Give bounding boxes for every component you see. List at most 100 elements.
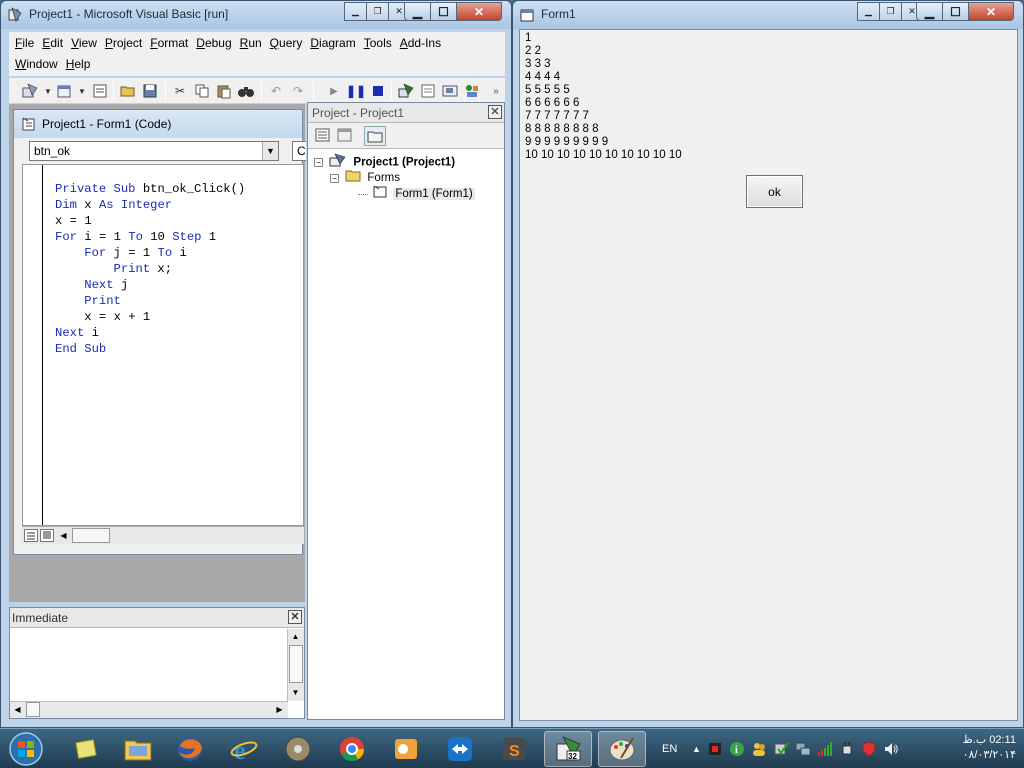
view-code-icon[interactable] xyxy=(314,127,334,145)
taskbar-paint-button[interactable] xyxy=(598,731,646,767)
code-horizontal-scrollbar[interactable]: ◀ xyxy=(22,526,304,544)
scroll-thumb[interactable] xyxy=(289,645,303,683)
end-icon[interactable] xyxy=(369,82,387,100)
find-icon[interactable] xyxy=(237,82,255,100)
undo-icon[interactable]: ↶ xyxy=(267,82,285,100)
menu-item-debug[interactable]: Debug xyxy=(196,33,239,53)
break-icon[interactable]: ❚❚ xyxy=(346,82,366,100)
view-object-icon[interactable] xyxy=(336,127,356,145)
taskbar-firefox-button[interactable] xyxy=(166,731,214,767)
language-indicator[interactable]: EN xyxy=(662,729,677,768)
start-icon[interactable]: ▶ xyxy=(325,82,343,100)
code-line[interactable]: Dim x As Integer xyxy=(55,197,245,213)
tray-app-red-icon[interactable] xyxy=(707,741,723,757)
copy-icon[interactable] xyxy=(193,82,211,100)
menu-item-edit[interactable]: Edit xyxy=(42,33,71,53)
menu-item-project[interactable]: Project xyxy=(105,33,150,53)
menu-item-format[interactable]: Format xyxy=(150,33,196,53)
scroll-left-icon[interactable]: ◀ xyxy=(56,528,71,543)
network-devices-icon[interactable] xyxy=(795,741,811,757)
tree-node-project[interactable]: − Project1 (Project1) xyxy=(314,153,475,169)
taskbar-vb6-button[interactable]: 32 xyxy=(544,731,592,767)
project-explorer-icon[interactable] xyxy=(397,82,415,100)
close-icon[interactable]: ✕ xyxy=(288,610,302,624)
taskbar-explorer-button[interactable] xyxy=(114,731,162,767)
taskbar-chrome-button[interactable] xyxy=(328,731,376,767)
menu-item-tools[interactable]: Tools xyxy=(364,33,400,53)
info-icon[interactable]: i xyxy=(729,741,745,757)
code-line[interactable]: Next j xyxy=(55,277,245,293)
taskbar-sublime-button[interactable]: S xyxy=(490,731,538,767)
menu-item-view[interactable]: View xyxy=(71,33,105,53)
scroll-thumb[interactable] xyxy=(72,528,110,543)
code-text[interactable]: Private Sub btn_ok_Click() Dim x As Integ… xyxy=(55,181,245,357)
toolbar-overflow-icon[interactable]: » xyxy=(487,82,505,100)
code-line[interactable]: For j = 1 To i xyxy=(55,245,245,261)
procedure-combo[interactable]: C xyxy=(292,141,306,161)
collapse-icon[interactable]: − xyxy=(330,173,339,183)
cut-icon[interactable]: ✂ xyxy=(171,82,189,100)
menu-editor-icon[interactable] xyxy=(91,82,109,100)
taskbar-notes-button[interactable] xyxy=(62,731,110,767)
code-line[interactable]: End Sub xyxy=(55,341,245,357)
power-plug-icon[interactable] xyxy=(839,741,855,757)
menu-item-help[interactable]: Help xyxy=(66,54,99,74)
immediate-titlebar[interactable]: Immediate ✕ xyxy=(10,608,304,628)
scroll-down-icon[interactable]: ▼ xyxy=(288,685,303,700)
code-line[interactable]: For i = 1 To 10 Step 1 xyxy=(55,229,245,245)
open-project-icon[interactable] xyxy=(119,82,137,100)
maximize-button[interactable]: ☐ xyxy=(943,2,969,21)
scroll-right-icon[interactable]: ▶ xyxy=(272,702,287,717)
object-browser-icon[interactable] xyxy=(463,82,481,100)
menu-item-query[interactable]: Query xyxy=(270,33,311,53)
show-hidden-icons-icon[interactable]: ▲ xyxy=(692,744,701,754)
full-module-view-icon[interactable] xyxy=(40,529,54,542)
minimize-button[interactable]: ▁ xyxy=(404,2,431,21)
code-editor[interactable]: Private Sub btn_ok_Click() Dim x As Integ… xyxy=(22,164,304,526)
chevron-down-icon[interactable]: ▼ xyxy=(262,142,278,160)
form-layout-icon[interactable] xyxy=(441,82,459,100)
menu-item-run[interactable]: Run xyxy=(240,33,270,53)
object-combo[interactable]: btn_ok ▼ xyxy=(29,141,279,161)
code-line[interactable]: Private Sub btn_ok_Click() xyxy=(55,181,245,197)
paste-icon[interactable] xyxy=(215,82,233,100)
maximize-button[interactable]: ☐ xyxy=(431,2,457,21)
add-form-dropdown-icon[interactable]: ▼ xyxy=(73,82,91,100)
tree-node-forms-folder[interactable]: − Forms xyxy=(314,169,475,185)
taskbar-dvd-button[interactable] xyxy=(274,731,322,767)
code-line[interactable]: Print x; xyxy=(55,261,245,277)
menu-item-add-ins[interactable]: Add-Ins xyxy=(400,33,449,53)
add-form-icon[interactable] xyxy=(55,82,73,100)
taskbar-teamviewer-button[interactable] xyxy=(436,731,484,767)
code-line[interactable]: Print xyxy=(55,293,245,309)
scroll-up-icon[interactable]: ▲ xyxy=(288,629,303,644)
procedure-view-icon[interactable] xyxy=(24,529,38,542)
add-project-icon[interactable] xyxy=(21,82,39,100)
ok-button[interactable]: ok xyxy=(746,175,803,208)
close-button[interactable]: ✕ xyxy=(969,2,1014,21)
users-icon[interactable] xyxy=(751,741,767,757)
menu-item-file[interactable]: File xyxy=(15,33,42,53)
toggle-folders-icon[interactable] xyxy=(364,126,386,146)
menu-item-window[interactable]: Window xyxy=(15,54,66,74)
close-button[interactable]: ✕ xyxy=(457,2,502,21)
scroll-left-icon[interactable]: ◀ xyxy=(10,702,25,717)
signal-strength-icon[interactable] xyxy=(817,741,833,757)
save-project-icon[interactable] xyxy=(141,82,159,100)
immediate-vertical-scrollbar[interactable]: ▲ ▼ xyxy=(287,629,304,701)
vb-mdi-min-button[interactable]: ▁ xyxy=(344,2,366,21)
code-window-titlebar[interactable]: Project1 - Form1 (Code) xyxy=(14,110,302,138)
form1-pad-restore-button[interactable]: ❐ xyxy=(879,2,901,21)
clock[interactable]: 02:11 ب.ظ ۰۸/۰۳/۲۰۱۴ xyxy=(963,733,1016,763)
minimize-button[interactable]: ▁ xyxy=(916,2,943,21)
shield-icon[interactable] xyxy=(861,741,877,757)
vb-title-bar[interactable]: Project1 - Microsoft Visual Basic [run] … xyxy=(1,1,511,29)
volume-icon[interactable] xyxy=(883,741,899,757)
project-explorer-titlebar[interactable]: Project - Project1 ✕ xyxy=(308,103,504,123)
immediate-horizontal-scrollbar[interactable]: ◀ ▶ xyxy=(10,701,288,718)
form1-pad-min-button[interactable]: ▁ xyxy=(857,2,879,21)
properties-window-icon[interactable] xyxy=(419,82,437,100)
collapse-icon[interactable]: − xyxy=(314,158,323,167)
redo-icon[interactable]: ↷ xyxy=(289,82,307,100)
code-line[interactable]: Next i xyxy=(55,325,245,341)
